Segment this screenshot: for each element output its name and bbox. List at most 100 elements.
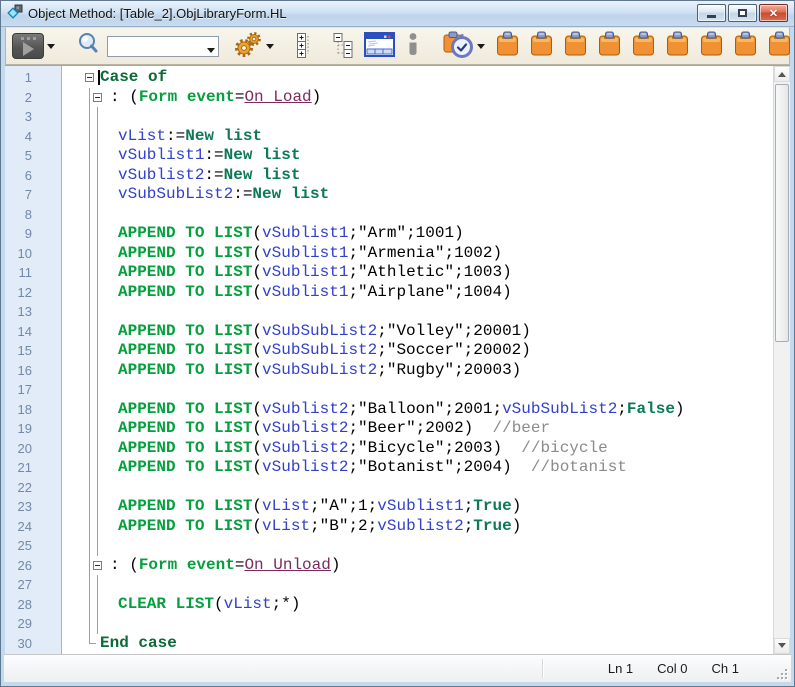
fold-line: [97, 458, 98, 478]
minimize-button[interactable]: [697, 4, 726, 22]
fold-margin: [62, 224, 100, 244]
collapse-all-button[interactable]: [328, 31, 356, 62]
code-line[interactable]: 29: [5, 614, 773, 634]
code-text: CLEAR LIST(vList;*): [100, 595, 773, 615]
line-number: 19: [5, 419, 32, 439]
macros-button[interactable]: [231, 30, 276, 63]
code-line[interactable]: 18 APPEND TO LIST(vSublist2;"Balloon";200…: [5, 400, 773, 420]
fold-line: [89, 244, 90, 264]
code-line[interactable]: 16APPEND TO LIST(vSubSubList2;"Rugby";20…: [5, 361, 773, 381]
code-area[interactable]: 1Case of2: (Form event=On Load)34vList:=…: [5, 66, 773, 654]
fold-margin: [62, 400, 100, 420]
scroll-up-button[interactable]: [774, 66, 790, 82]
fold-line: [97, 341, 98, 361]
fold-line: [89, 322, 90, 342]
close-button[interactable]: ✕: [759, 4, 788, 22]
clipboard-icon: [597, 31, 622, 61]
fold-line: [97, 536, 98, 556]
code-line[interactable]: 11APPEND TO LIST(vSublist1;"Athletic";10…: [5, 263, 773, 283]
line-number: 26: [5, 556, 32, 576]
clipboard-button[interactable]: [493, 30, 522, 62]
code-line[interactable]: 30End case: [5, 634, 773, 654]
code-line[interactable]: 21APPEND TO LIST(vSublist2;"Botanist";20…: [5, 458, 773, 478]
code-line[interactable]: 27: [5, 575, 773, 595]
code-line[interactable]: 26: (Form event=On Unload): [5, 556, 773, 576]
code-text: vSublist2:=New list: [100, 166, 773, 186]
code-line[interactable]: 14APPEND TO LIST(vSubSubList2;"Volley";2…: [5, 322, 773, 342]
expand-all-button[interactable]: [294, 31, 322, 62]
clipboard-button[interactable]: [629, 30, 658, 62]
form-button[interactable]: [362, 31, 398, 62]
scroll-thumb[interactable]: [775, 84, 789, 342]
clipboard-button[interactable]: [697, 30, 726, 62]
code-text: APPEND TO LIST(vSublist2;"Balloon";2001;…: [100, 400, 773, 420]
code-line[interactable]: 2: (Form event=On Load): [5, 88, 773, 108]
code-line[interactable]: 5vSublist1:=New list: [5, 146, 773, 166]
resize-grip[interactable]: [775, 667, 787, 679]
line-number: 12: [5, 283, 32, 303]
scroll-track[interactable]: [774, 82, 790, 638]
code-text: [100, 302, 773, 322]
code-text: APPEND TO LIST(vSubSubList2;"Volley";200…: [100, 322, 773, 342]
line-number: 13: [5, 302, 32, 322]
code-line[interactable]: 9APPEND TO LIST(vSublist1;"Arm";1001): [5, 224, 773, 244]
code-line[interactable]: 28CLEAR LIST(vList;*): [5, 595, 773, 615]
fold-margin: [62, 205, 100, 225]
code-line[interactable]: 20APPEND TO LIST(vSublist2;"Bicycle";200…: [5, 439, 773, 459]
fold-margin: [62, 380, 100, 400]
code-line[interactable]: 25: [5, 536, 773, 556]
fold-line: [97, 224, 98, 244]
code-line[interactable]: 8: [5, 205, 773, 225]
code-line[interactable]: 7vSubSubList2:=New list: [5, 185, 773, 205]
fold-line: [89, 205, 90, 225]
fold-line: [97, 400, 98, 420]
code-line[interactable]: 6vSublist2:=New list: [5, 166, 773, 186]
clipboard-button[interactable]: [561, 30, 590, 62]
maximize-button[interactable]: [728, 4, 757, 22]
fold-margin: [62, 127, 100, 147]
code-line[interactable]: 3: [5, 107, 773, 127]
code-line[interactable]: 4vList:=New list: [5, 127, 773, 147]
fold-line: [89, 302, 90, 322]
code-line[interactable]: 23APPEND TO LIST(vList;"A";1;vSublist1;T…: [5, 497, 773, 517]
code-line[interactable]: 17: [5, 380, 773, 400]
code-line[interactable]: 22: [5, 478, 773, 498]
fold-margin: [62, 478, 100, 498]
vertical-scrollbar[interactable]: [773, 66, 790, 654]
code-line[interactable]: 10APPEND TO LIST(vSublist1;"Armenia";100…: [5, 244, 773, 264]
clipboard-button[interactable]: [527, 30, 556, 62]
clipboard-button[interactable]: [765, 30, 794, 62]
titlebar[interactable]: Object Method: [Table_2].ObjLibraryForm.…: [1, 1, 794, 27]
run-method-button[interactable]: [10, 32, 57, 60]
object-method-window: Object Method: [Table_2].ObjLibraryForm.…: [0, 0, 795, 687]
scroll-down-button[interactable]: [774, 638, 790, 654]
search-dropdown-caret-icon[interactable]: [207, 48, 215, 57]
info-button[interactable]: [404, 31, 422, 62]
fold-margin: [62, 517, 100, 537]
clipboard-button[interactable]: [595, 30, 624, 62]
code-line[interactable]: 13: [5, 302, 773, 322]
search-input[interactable]: [107, 36, 219, 57]
clipboard-icon: [699, 31, 724, 61]
code-line[interactable]: 24APPEND TO LIST(vList;"B";2;vSublist2;T…: [5, 517, 773, 537]
last-clipboard-button[interactable]: [440, 30, 487, 63]
statusbar: Ln 1 Col 0 Ch 1: [4, 654, 791, 682]
code-line[interactable]: 15APPEND TO LIST(vSubSubList2;"Soccer";2…: [5, 341, 773, 361]
code-line[interactable]: 1Case of: [5, 68, 773, 88]
code-line[interactable]: 19APPEND TO LIST(vSublist2;"Beer";2002) …: [5, 419, 773, 439]
run-dropdown-caret-icon: [47, 44, 55, 53]
code-line[interactable]: 12APPEND TO LIST(vSublist1;"Airplane";10…: [5, 283, 773, 303]
text-caret: [98, 70, 100, 85]
clipboard-button[interactable]: [731, 30, 760, 62]
fold-margin: [62, 263, 100, 283]
fold-line: [97, 595, 98, 615]
line-number: 18: [5, 400, 32, 420]
code-text: APPEND TO LIST(vSubSubList2;"Soccer";200…: [100, 341, 773, 361]
code-text: [100, 205, 773, 225]
fold-line: [97, 439, 98, 459]
fold-line: [89, 614, 90, 634]
clipboard-button[interactable]: [663, 30, 692, 62]
fold-margin: [62, 536, 100, 556]
fold-line: [89, 127, 90, 147]
fold-toggle[interactable]: [85, 73, 94, 82]
